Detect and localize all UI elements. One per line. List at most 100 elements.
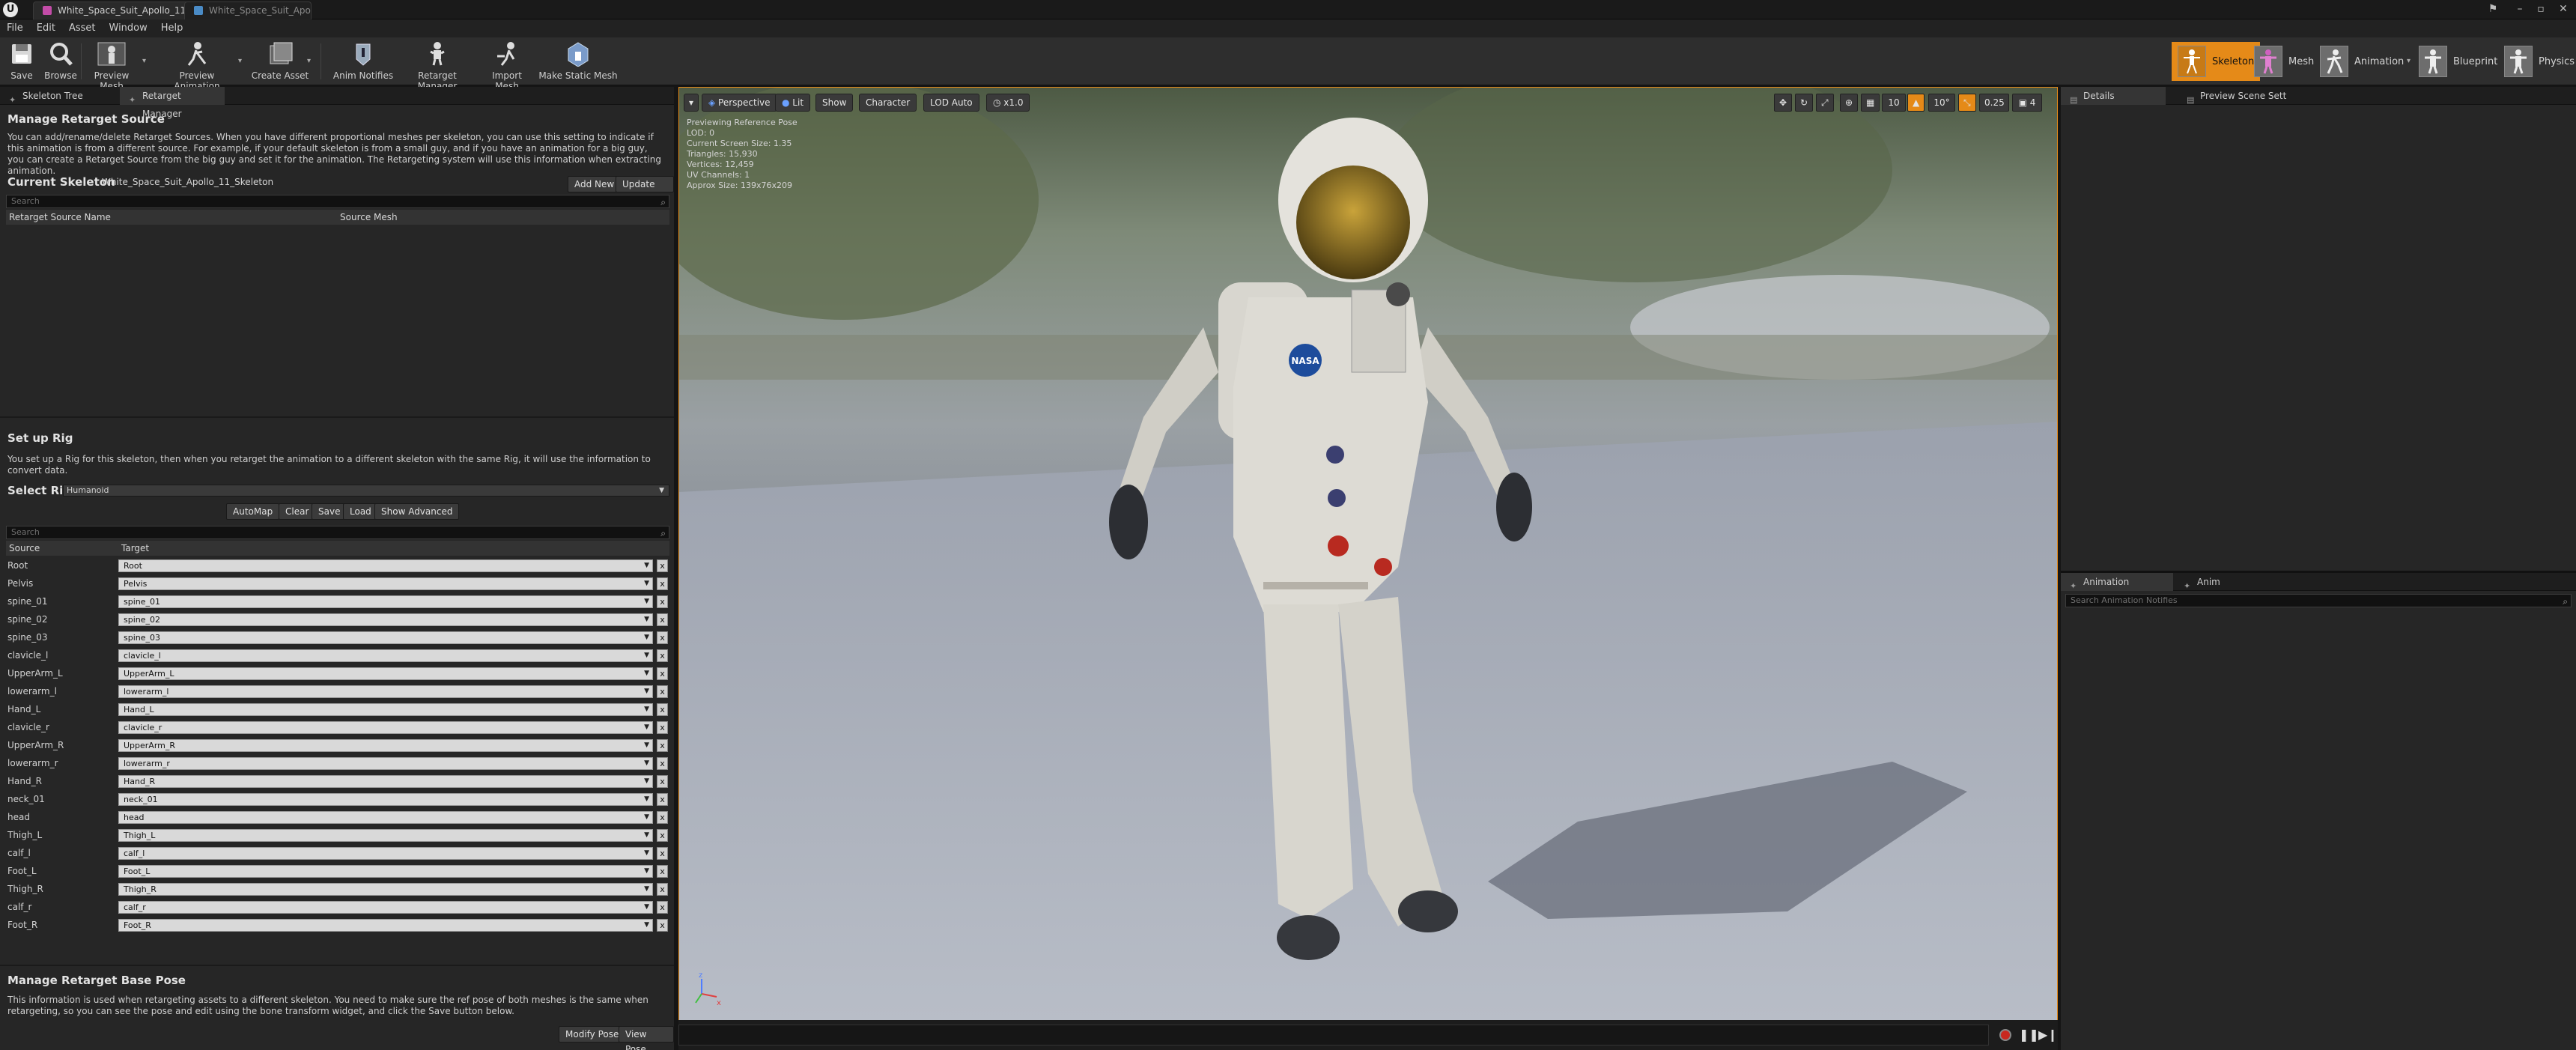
playback-speed-button[interactable]: ◷ x1.0 xyxy=(986,94,1030,112)
create-asset-button[interactable]: Create Asset xyxy=(250,40,310,81)
minimize-icon[interactable]: – xyxy=(2510,3,2530,15)
tab-anim-curves[interactable]: ✦ Anim Curves xyxy=(2175,573,2264,605)
view-pose-button[interactable]: View Pose xyxy=(619,1026,674,1050)
clear-mapping-button[interactable]: x xyxy=(657,793,668,806)
rig-target-dropdown[interactable]: lowerarm_r ▼ xyxy=(118,757,653,770)
show-advanced-button[interactable]: Show Advanced xyxy=(374,503,460,520)
mode-blueprint-button[interactable]: Blueprint xyxy=(2413,42,2503,81)
col-retarget-source-name[interactable]: Retarget Source Name xyxy=(9,210,111,225)
clear-mapping-button[interactable]: x xyxy=(657,883,668,896)
tab-preview-scene-settings[interactable]: ▤ Preview Scene Sett xyxy=(2178,87,2305,105)
anim-notifies-button[interactable]: Anim Notifies xyxy=(331,40,395,81)
camera-speed-button[interactable]: ▣ 4 xyxy=(2012,94,2042,112)
rig-target-dropdown[interactable]: Hand_L ▼ xyxy=(118,703,653,716)
user-icon[interactable]: ⚑ xyxy=(2483,3,2503,15)
lod-button[interactable]: LOD Auto xyxy=(923,94,979,112)
clear-mapping-button[interactable]: x xyxy=(657,703,668,716)
rotation-snap-value[interactable]: 10° xyxy=(1928,94,1955,112)
rig-target-dropdown[interactable]: clavicle_r ▼ xyxy=(118,721,653,734)
mode-mesh-button[interactable]: Mesh xyxy=(2248,42,2320,81)
clear-mapping-button[interactable]: x xyxy=(657,847,668,860)
clear-mapping-button[interactable]: x xyxy=(657,649,668,662)
clear-mapping-button[interactable]: x xyxy=(657,595,668,608)
mode-skeleton-button[interactable]: Skeleton xyxy=(2172,42,2261,81)
clear-mapping-button[interactable]: x xyxy=(657,631,668,644)
anim-notifies-search[interactable]: Search Animation Notifies ⌕ xyxy=(2065,594,2572,607)
clear-mapping-button[interactable]: x xyxy=(657,775,668,788)
import-mesh-button[interactable]: Import Mesh xyxy=(479,40,535,91)
menu-window[interactable]: Window xyxy=(103,19,154,37)
menu-help[interactable]: Help xyxy=(154,19,190,37)
menu-file[interactable]: File xyxy=(0,19,30,37)
lit-button[interactable]: ● Lit xyxy=(775,94,811,112)
tab-details[interactable]: ▤ Details xyxy=(2061,87,2166,105)
record-icon[interactable] xyxy=(1999,1029,2011,1041)
rig-target-dropdown[interactable]: spine_02 ▼ xyxy=(118,613,653,626)
browse-button[interactable]: Browse xyxy=(42,40,79,81)
preview-animation-button[interactable]: Preview Animation xyxy=(156,40,238,91)
tab-retarget-manager[interactable]: ✦ Retarget Manager xyxy=(120,87,225,119)
rig-search[interactable]: Search ⌕ xyxy=(6,526,669,539)
rig-target-dropdown[interactable]: Foot_L ▼ xyxy=(118,865,653,878)
unreal-logo-icon[interactable]: U xyxy=(3,2,18,17)
scale-snap-icon[interactable]: ⤡ xyxy=(1958,94,1976,112)
clear-mapping-button[interactable]: x xyxy=(657,721,668,734)
rig-target-dropdown[interactable]: head ▼ xyxy=(118,811,653,824)
rig-target-dropdown[interactable]: neck_01 ▼ xyxy=(118,793,653,806)
retarget-manager-button[interactable]: Retarget Manager xyxy=(398,40,476,91)
translate-tool-icon[interactable]: ✥ xyxy=(1774,94,1793,112)
rig-target-dropdown[interactable]: UpperArm_R ▼ xyxy=(118,739,653,752)
animation-mode-dropdown-icon[interactable]: ▾ xyxy=(2407,57,2411,65)
col-source-mesh[interactable]: Source Mesh xyxy=(340,210,398,225)
clear-mapping-button[interactable]: x xyxy=(657,829,668,842)
clear-mapping-button[interactable]: x xyxy=(657,865,668,878)
col-target[interactable]: Target xyxy=(121,541,149,556)
rig-target-dropdown[interactable]: clavicle_l ▼ xyxy=(118,649,653,662)
modify-pose-button[interactable]: Modify Pose xyxy=(559,1026,626,1043)
create-asset-dropdown-icon[interactable]: ▾ xyxy=(307,57,311,65)
preview-viewport[interactable]: NASA x z ▾ ◈ Perspective ● Lit Show Char… xyxy=(678,87,2058,1050)
pause-icon[interactable]: ❚❚ xyxy=(2019,1028,2039,1042)
character-button[interactable]: Character xyxy=(859,94,917,112)
rig-target-dropdown[interactable]: Hand_R ▼ xyxy=(118,775,653,788)
close-icon[interactable]: ✕ xyxy=(2554,3,2573,15)
clear-mapping-button[interactable]: x xyxy=(657,901,668,914)
clear-mapping-button[interactable]: x xyxy=(657,919,668,932)
preview-animation-dropdown-icon[interactable]: ▾ xyxy=(238,57,242,65)
rig-target-dropdown[interactable]: Thigh_L ▼ xyxy=(118,829,653,842)
clear-mapping-button[interactable]: x xyxy=(657,559,668,572)
automap-button[interactable]: AutoMap xyxy=(226,503,280,520)
rig-target-dropdown[interactable]: UpperArm_L ▼ xyxy=(118,667,653,680)
clear-mapping-button[interactable]: x xyxy=(657,739,668,752)
rotation-snap-icon[interactable]: ▲ xyxy=(1907,94,1925,112)
document-tab-mesh[interactable]: White_Space_Suit_Apollo_11 xyxy=(184,1,312,19)
update-all-button[interactable]: Update All xyxy=(616,176,674,204)
viewport-options-button[interactable]: ▾ xyxy=(684,94,699,112)
menu-asset[interactable]: Asset xyxy=(62,19,103,37)
make-static-mesh-button[interactable]: Make Static Mesh xyxy=(538,40,619,81)
scale-snap-value[interactable]: 0.25 xyxy=(1979,94,2009,112)
clear-mapping-button[interactable]: x xyxy=(657,685,668,698)
clear-button[interactable]: Clear xyxy=(279,503,316,520)
clear-mapping-button[interactable]: x xyxy=(657,757,668,770)
next-frame-icon[interactable]: ▶❙ xyxy=(2038,1028,2058,1042)
perspective-button[interactable]: ◈ Perspective xyxy=(702,94,777,112)
mode-animation-button[interactable]: Animation xyxy=(2314,42,2410,81)
rig-target-dropdown[interactable]: Pelvis ▼ xyxy=(118,577,653,590)
col-source[interactable]: Source xyxy=(9,541,40,556)
clear-mapping-button[interactable]: x xyxy=(657,577,668,590)
mode-physics-button[interactable]: Physics xyxy=(2498,42,2576,81)
rig-target-dropdown[interactable]: Root ▼ xyxy=(118,559,653,572)
maximize-icon[interactable]: ▫ xyxy=(2531,3,2551,15)
save-button[interactable]: Save xyxy=(6,40,37,81)
rig-save-button[interactable]: Save xyxy=(312,503,347,520)
show-button[interactable]: Show xyxy=(815,94,854,112)
add-new-button[interactable]: Add New xyxy=(568,176,622,192)
load-button[interactable]: Load xyxy=(343,503,378,520)
scale-tool-icon[interactable]: ⤢ xyxy=(1816,94,1834,112)
rig-target-dropdown[interactable]: calf_l ▼ xyxy=(118,847,653,860)
preview-mesh-button[interactable]: Preview Mesh xyxy=(84,40,139,91)
timeline-scrubber[interactable] xyxy=(678,1025,1989,1046)
clear-mapping-button[interactable]: x xyxy=(657,667,668,680)
clear-mapping-button[interactable]: x xyxy=(657,613,668,626)
